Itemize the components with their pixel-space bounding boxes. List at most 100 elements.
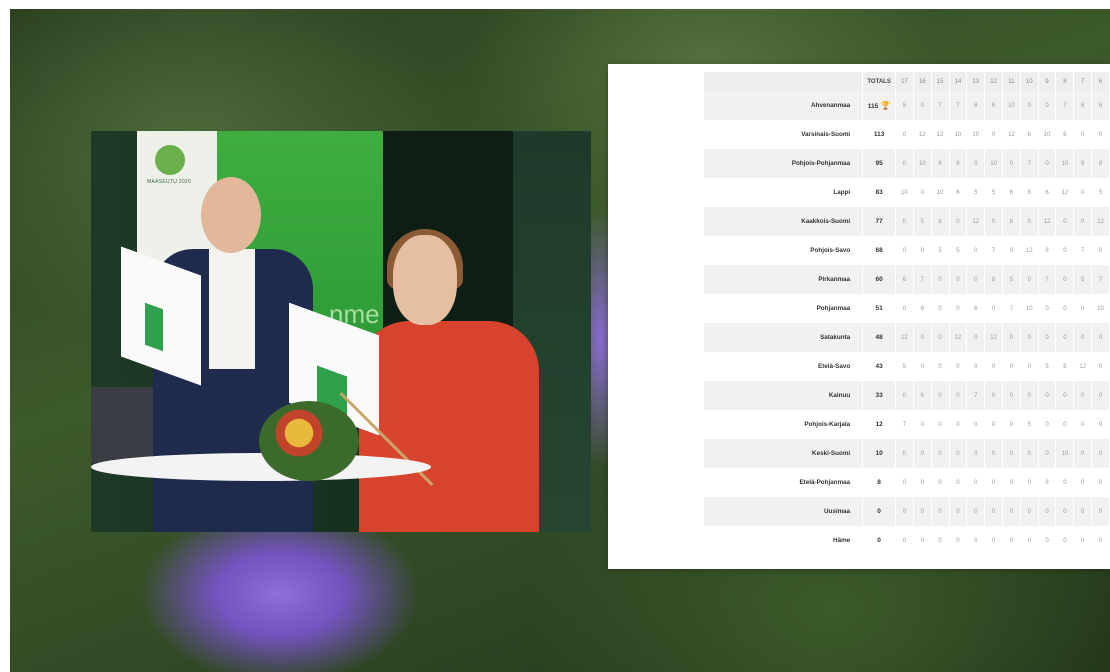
score-cell: 0 <box>1073 323 1093 352</box>
score-cell: 0 <box>1055 526 1075 555</box>
score-cell: 0 <box>966 410 986 439</box>
score-cell: 0 <box>949 265 968 294</box>
region-total: 60 <box>862 265 897 294</box>
score-cell: 0 <box>949 352 968 381</box>
score-cell: 0 <box>984 526 1003 555</box>
score-cell: 10 <box>1020 294 1039 323</box>
table-row: Pohjois-Pohjanmaa 95 0 10 6 8 0 10 0 7 0 10 8 8 <box>704 149 1110 178</box>
score-cell: 8 <box>1073 149 1093 178</box>
score-cell: 0 <box>1073 207 1093 236</box>
region-name: Kaakkois-Suomi <box>704 207 864 236</box>
score-cell: 0 <box>1055 265 1075 294</box>
region-total-value: 115 <box>867 103 879 110</box>
score-cell: 0 <box>984 381 1003 410</box>
score-cell: 0 <box>931 352 950 381</box>
presenter-woman-head <box>393 235 457 325</box>
score-cell: 6 <box>1091 91 1110 120</box>
score-cell: 0 <box>1091 236 1110 265</box>
score-cell: 0 <box>913 91 932 120</box>
score-cell: 8 <box>1020 178 1039 207</box>
region-name: Pohjanmaa <box>704 294 864 323</box>
score-cell: 12 <box>984 323 1003 352</box>
score-cell: 6 <box>895 265 914 294</box>
region-name: Häme <box>704 526 864 555</box>
score-cell: 0 <box>1091 120 1110 149</box>
score-cell: 10 <box>1002 91 1021 120</box>
score-cell: 0 <box>931 497 950 526</box>
score-cell: 7 <box>1091 265 1110 294</box>
score-cell: 8 <box>1038 236 1057 265</box>
score-cell: 0 <box>1038 294 1057 323</box>
region-name: Pirkanmaa <box>704 265 864 294</box>
score-cell: 0 <box>1002 526 1021 555</box>
score-cell: 10 <box>913 149 932 178</box>
table-row: Lappi 83 10 0 10 6 5 5 6 8 6 12 0 5 <box>704 178 1110 207</box>
score-cell: 0 <box>984 410 1003 439</box>
score-cell: 0 <box>1020 381 1039 410</box>
score-cell: 7 <box>913 265 932 294</box>
score-cell: 0 <box>1020 207 1039 236</box>
score-cell: 0 <box>966 497 986 526</box>
score-cell: 5 <box>1002 265 1021 294</box>
score-cell: 5 <box>1091 178 1110 207</box>
header-totals: TOTALS <box>862 72 897 91</box>
score-cell: 10 <box>1055 149 1075 178</box>
score-cell: 8 <box>913 294 932 323</box>
region-total-value: 0 <box>877 508 881 515</box>
score-cell: 0 <box>1055 294 1075 323</box>
score-cell: 0 <box>1055 468 1075 497</box>
presenter-woman <box>359 321 539 532</box>
score-cell: 0 <box>913 497 932 526</box>
score-cell: 0 <box>1073 410 1093 439</box>
score-cell: 0 <box>1091 352 1110 381</box>
score-cell: 0 <box>895 207 914 236</box>
score-cell: 0 <box>1055 236 1075 265</box>
score-cell: 0 <box>931 294 950 323</box>
score-table: TOTALS 17 16 15 14 13 12 11 10 9 8 7 6 Ahvenanmaa 11… <box>704 72 1110 555</box>
region-total: 68 <box>862 236 897 265</box>
score-cell: 0 <box>1002 149 1021 178</box>
region-total: 77 <box>862 207 897 236</box>
region-total-value: 43 <box>875 363 883 370</box>
score-cell: 0 <box>1038 91 1057 120</box>
score-cell: 0 <box>1091 497 1110 526</box>
header-round-10: 10 <box>1020 72 1039 91</box>
region-total: 113 <box>862 120 897 149</box>
table-row: Satakunta 48 12 0 0 12 0 12 0 0 0 0 0 0 <box>704 323 1110 352</box>
table-row: Kaakkois-Suomi 77 0 5 8 0 12 0 8 0 12 0 0 12 <box>704 207 1110 236</box>
score-cell: 6 <box>1055 120 1075 149</box>
score-cell: 0 <box>1091 468 1110 497</box>
score-cell: 0 <box>1073 178 1093 207</box>
scoreboard-table: TOTALS 17 16 15 14 13 12 11 10 9 8 7 6 Ahvenanmaa 11… <box>704 72 1110 562</box>
region-total-value: 95 <box>875 160 883 167</box>
score-cell: 0 <box>931 323 950 352</box>
score-cell: 0 <box>1038 497 1057 526</box>
score-cell: 0 <box>895 497 914 526</box>
score-cell: 0 <box>1002 352 1021 381</box>
table-row: Uusimaa 0 0 0 0 0 0 0 0 0 0 0 0 0 <box>704 497 1110 526</box>
score-cell: 0 <box>1038 410 1057 439</box>
score-cell: 0 <box>1002 323 1021 352</box>
score-cell: 0 <box>966 468 986 497</box>
score-cell: 0 <box>895 381 914 410</box>
region-total-value: 48 <box>875 334 883 341</box>
score-cell: 0 <box>1073 294 1093 323</box>
score-cell: 6 <box>931 149 950 178</box>
region-total: 95 <box>862 149 897 178</box>
score-cell: 0 <box>1038 149 1057 178</box>
score-cell: 0 <box>1002 381 1021 410</box>
region-total-value: 0 <box>877 537 881 544</box>
header-round-11: 11 <box>1002 72 1021 91</box>
table-row: Ahvenanmaa 115 🏆 5 0 7 7 8 6 10 0 0 7 6 6 <box>704 91 1110 120</box>
score-cell: 0 <box>984 207 1003 236</box>
score-cell: 0 <box>966 149 986 178</box>
score-cell: 0 <box>895 439 914 468</box>
banner-logo-icon <box>155 145 185 175</box>
score-cell: 0 <box>931 265 950 294</box>
score-cell: 5 <box>949 236 968 265</box>
score-cell: 0 <box>984 497 1003 526</box>
score-cell: 0 <box>913 178 932 207</box>
score-cell: 5 <box>966 178 986 207</box>
score-cell: 0 <box>895 294 914 323</box>
flag-left-logo <box>145 302 163 352</box>
